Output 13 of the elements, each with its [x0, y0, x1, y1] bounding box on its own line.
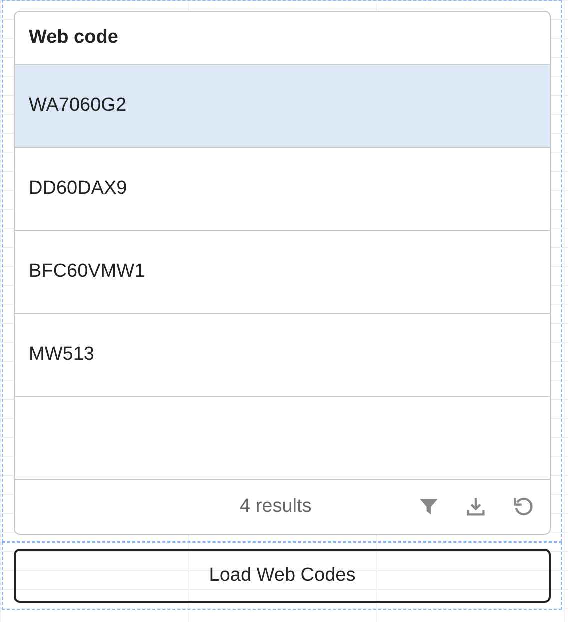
table-row[interactable]: DD60DAX9 [15, 148, 550, 231]
column-header[interactable]: Web code [29, 27, 118, 49]
reset-icon[interactable] [512, 496, 534, 518]
table-row[interactable]: WA7060G2 [15, 65, 550, 148]
result-count: 4 results [240, 496, 312, 518]
download-icon[interactable] [465, 496, 487, 518]
table-cell: MW513 [29, 344, 94, 366]
table-cell: BFC60VMW1 [29, 261, 146, 283]
table-cell: WA7060G2 [29, 95, 127, 117]
table-row[interactable]: MW513 [15, 314, 550, 397]
table-row[interactable]: BFC60VMW1 [15, 231, 550, 314]
load-button[interactable]: Load Web Codes [14, 549, 551, 603]
table-cell: DD60DAX9 [29, 178, 128, 200]
